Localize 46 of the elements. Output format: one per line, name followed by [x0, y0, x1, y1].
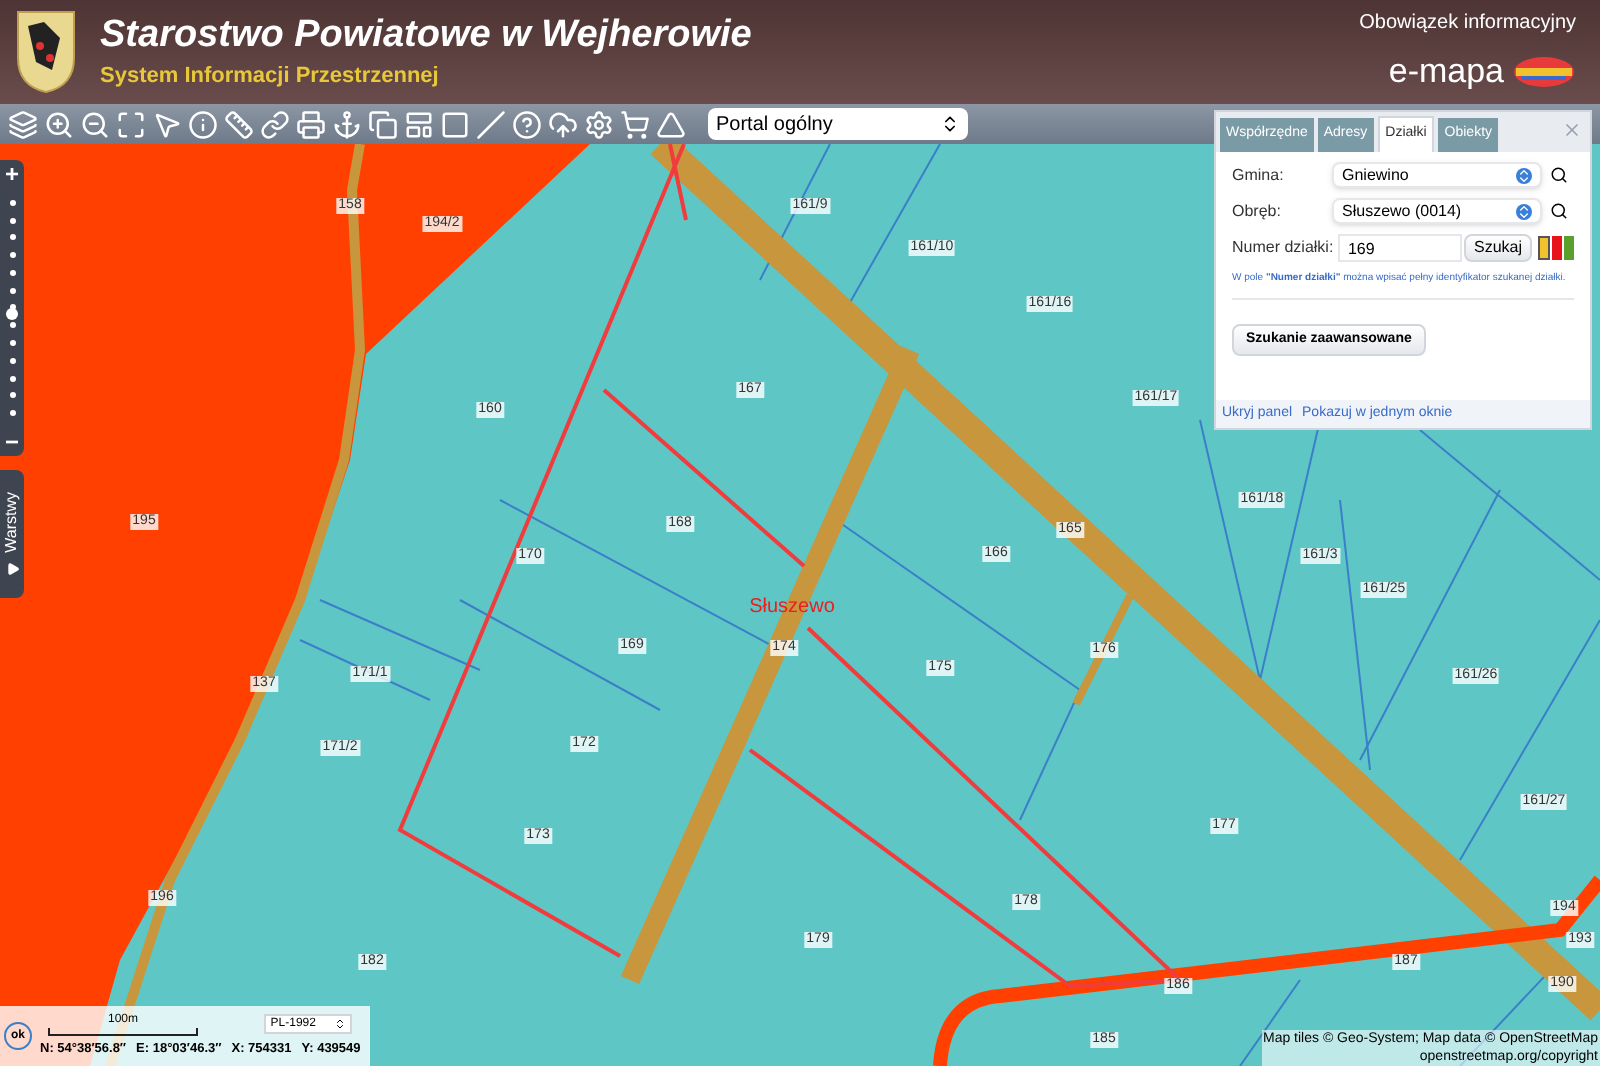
coat-of-arms-icon	[16, 10, 76, 94]
help-icon[interactable]	[512, 109, 542, 139]
expand-arrow-icon	[5, 561, 19, 576]
select-arrows-icon	[1516, 203, 1532, 219]
cloud-upload-icon[interactable]	[548, 109, 578, 139]
search-icon[interactable]	[1550, 202, 1568, 220]
select-arrows-icon	[1516, 167, 1532, 183]
full-extent-icon[interactable]	[116, 109, 146, 139]
print-icon[interactable]	[296, 109, 326, 139]
anchor-icon[interactable]	[332, 109, 362, 139]
search-button[interactable]: Szukaj	[1463, 234, 1532, 262]
globe-logo-icon	[1512, 55, 1576, 87]
brand-name: e-mapa	[1388, 49, 1504, 94]
square-icon[interactable]	[440, 109, 470, 139]
layers-icon[interactable]	[8, 109, 38, 139]
site-subtitle: System Informacji Przestrzennej	[100, 62, 441, 92]
zoom-slider-thumb[interactable]	[6, 308, 18, 320]
info-duty-link[interactable]: Obowiązek informacyjny	[1359, 7, 1576, 38]
zoom-in-icon[interactable]	[44, 109, 74, 139]
color-swatch[interactable]	[1538, 236, 1550, 260]
color-swatch[interactable]	[1564, 236, 1574, 260]
zoom-in-button[interactable]: +	[4, 162, 19, 186]
select-arrows-icon	[940, 114, 960, 134]
ruler-icon[interactable]	[224, 109, 254, 139]
dropdown-field[interactable]: Słuszewo (0014)	[1332, 198, 1542, 224]
close-icon[interactable]	[1562, 120, 1582, 140]
settings-icon[interactable]	[584, 109, 614, 139]
search-icon[interactable]	[1550, 166, 1568, 184]
field-label: Gmina:	[1232, 163, 1286, 187]
zoom-out-button[interactable]: −	[4, 430, 19, 454]
info-icon[interactable]	[188, 109, 218, 139]
pyramid-icon[interactable]	[656, 109, 686, 139]
dropdown-field[interactable]: Gniewino	[1332, 162, 1542, 188]
color-swatch[interactable]	[1552, 236, 1562, 260]
layers-tab[interactable]: Warstwy	[0, 470, 24, 598]
portal-select[interactable]: Portal ogólny	[708, 108, 968, 140]
link-icon[interactable]	[260, 109, 290, 139]
field-label: Obręb:	[1232, 199, 1283, 223]
layout-icon[interactable]	[404, 109, 434, 139]
field-label: Numer działki:	[1232, 236, 1336, 260]
pointer-icon[interactable]	[152, 109, 182, 139]
copy-icon[interactable]	[368, 109, 398, 139]
site-title: Starostwo Powiatowe w Wejherowie	[100, 12, 752, 60]
cart-icon[interactable]	[620, 109, 650, 139]
parcel-number-input[interactable]: 169	[1337, 234, 1462, 262]
zoom-out-icon[interactable]	[80, 109, 110, 139]
